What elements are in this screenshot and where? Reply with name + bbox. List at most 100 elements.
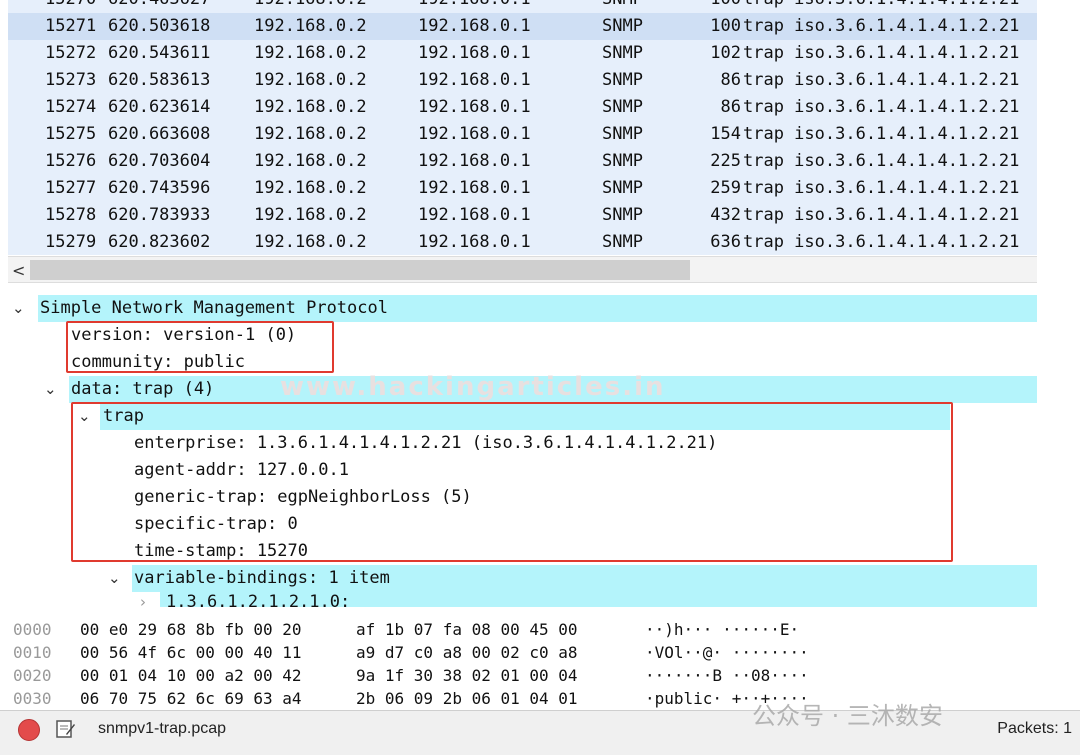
- packet-cell-info: trap iso.3.6.1.4.1.4.1.2.21: [743, 232, 1020, 252]
- scrollbar-thumb[interactable]: [30, 260, 690, 280]
- packet-row[interactable]: 15275 620.663608 192.168.0.2 192.168.0.1 SNM…: [8, 121, 1037, 148]
- scroll-left-arrow[interactable]: <: [12, 257, 25, 284]
- packet-cell-info: trap iso.3.6.1.4.1.4.1.2.21: [743, 97, 1020, 117]
- tree-node-varbind-item[interactable]: 1.3.6.1.2.1.2.1.0:: [160, 589, 1037, 607]
- packet-cell-destination: 192.168.0.1: [418, 205, 531, 225]
- hex-b2: 9a 1f 30 38 02 01 00 04: [356, 666, 578, 685]
- packet-cell-protocol: SNMP: [602, 151, 643, 171]
- chevron-down-icon[interactable]: ⌄: [12, 295, 25, 322]
- packet-cell-protocol: SNMP: [602, 70, 643, 90]
- packet-row[interactable]: 15279 620.823602 192.168.0.2 192.168.0.1 SNM…: [8, 229, 1037, 255]
- hex-b1: 06 70 75 62 6c 69 63 a4: [80, 689, 302, 708]
- chevron-down-icon[interactable]: ⌄: [108, 565, 121, 592]
- hex-b2: a9 d7 c0 a8 00 02 c0 a8: [356, 643, 578, 662]
- packet-cell-no: 15279: [45, 232, 97, 252]
- packet-cell-protocol: SNMP: [602, 124, 643, 144]
- packet-cell-info: trap iso.3.6.1.4.1.4.1.2.21: [743, 70, 1020, 90]
- packet-cell-time: 620.543611: [108, 43, 211, 63]
- packet-row[interactable]: 15277 620.743596 192.168.0.2 192.168.0.1 SNM…: [8, 175, 1037, 202]
- chevron-down-icon[interactable]: ⌄: [44, 376, 57, 403]
- packet-cell-protocol: SNMP: [602, 178, 643, 198]
- tree-node-variable-bindings[interactable]: variable-bindings: 1 item: [132, 565, 1037, 592]
- packet-cell-no: 15278: [45, 205, 97, 225]
- watermark-text: 公众号 · 三沐数安: [752, 702, 943, 730]
- packet-cell-destination: 192.168.0.1: [418, 124, 531, 144]
- packet-cell-protocol: SNMP: [602, 97, 643, 117]
- watermark-overlay-text: www.hackingarticles.in: [280, 372, 666, 402]
- packet-cell-length: 259: [710, 178, 741, 198]
- tree-node-snmp[interactable]: Simple Network Management Protocol: [38, 295, 1037, 322]
- packet-cell-source: 192.168.0.2: [254, 16, 367, 36]
- hex-ascii: ·VOl··@· ········: [645, 643, 809, 662]
- packet-cell-length: 100: [710, 0, 741, 13]
- hex-ascii: ·······B ··08····: [645, 666, 809, 685]
- packet-row[interactable]: 15273 620.583613 192.168.0.2 192.168.0.1 SNM…: [8, 67, 1037, 94]
- packet-cell-protocol: SNMP: [602, 16, 643, 36]
- hex-off: 0000: [13, 620, 52, 639]
- packet-cell-length: 225: [710, 151, 741, 171]
- hex-ascii: ··)h··· ······E·: [645, 620, 800, 639]
- packet-cell-source: 192.168.0.2: [254, 0, 367, 13]
- packet-cell-length: 154: [710, 124, 741, 144]
- edit-comment-icon[interactable]: [54, 718, 76, 740]
- packets-count: Packets: 1: [997, 720, 1072, 737]
- hex-off: 0010: [13, 643, 52, 662]
- packet-cell-source: 192.168.0.2: [254, 178, 367, 198]
- packet-cell-destination: 192.168.0.1: [418, 70, 531, 90]
- packet-cell-source: 192.168.0.2: [254, 232, 367, 252]
- packet-cell-destination: 192.168.0.1: [418, 97, 531, 117]
- packet-cell-time: 620.823602: [108, 232, 211, 252]
- packet-cell-protocol: SNMP: [602, 43, 643, 63]
- packet-cell-source: 192.168.0.2: [254, 97, 367, 117]
- packet-row[interactable]: 15274 620.623614 192.168.0.2 192.168.0.1 SNM…: [8, 94, 1037, 121]
- packet-cell-no: 15276: [45, 151, 97, 171]
- packet-cell-info: trap iso.3.6.1.4.1.4.1.2.21: [743, 0, 1019, 13]
- annotation-box-trap: [71, 402, 953, 562]
- packet-cell-length: 102: [710, 43, 741, 63]
- packet-list[interactable]: 15270 620.463627 192.168.0.2 192.168.0.1 SNM…: [8, 0, 1037, 255]
- packet-cell-length: 86: [720, 97, 741, 117]
- packet-cell-length: 636: [710, 232, 741, 252]
- packet-cell-protocol: SNMP: [602, 205, 643, 225]
- packet-cell-time: 620.623614: [108, 97, 211, 117]
- packet-cell-time: 620.503618: [108, 16, 211, 36]
- packet-cell-protocol: SNMP: [602, 0, 643, 13]
- packet-cell-source: 192.168.0.2: [254, 124, 367, 144]
- packet-cell-destination: 192.168.0.1: [418, 232, 531, 252]
- packet-cell-info: trap iso.3.6.1.4.1.4.1.2.21: [743, 151, 1020, 171]
- packet-cell-time: 620.783933: [108, 205, 211, 225]
- packet-cell-no: 15273: [45, 70, 97, 90]
- packet-cell-protocol: SNMP: [602, 232, 643, 252]
- packet-row[interactable]: 15271 620.503618 192.168.0.2 192.168.0.1 SNM…: [8, 13, 1037, 40]
- packet-cell-info: trap iso.3.6.1.4.1.4.1.2.21: [743, 16, 1020, 36]
- packet-cell-no: 15277: [45, 178, 97, 198]
- packet-cell-source: 192.168.0.2: [254, 205, 367, 225]
- packet-cell-no: 15275: [45, 124, 97, 144]
- packet-cell-info: trap iso.3.6.1.4.1.4.1.2.21: [743, 205, 1020, 225]
- hex-b2: 2b 06 09 2b 06 01 04 01: [356, 689, 578, 708]
- packet-cell-time: 620.743596: [108, 178, 211, 198]
- hex-b1: 00 01 04 10 00 a2 00 42: [80, 666, 302, 685]
- packet-cell-source: 192.168.0.2: [254, 151, 367, 171]
- record-icon[interactable]: [18, 719, 40, 741]
- packet-cell-time: 620.703604: [108, 151, 211, 171]
- hex-b1: 00 56 4f 6c 00 00 40 11: [80, 643, 302, 662]
- packet-cell-length: 100: [710, 16, 741, 36]
- packet-row[interactable]: 15272 620.543611 192.168.0.2 192.168.0.1 SNM…: [8, 40, 1037, 67]
- packet-row[interactable]: 15276 620.703604 192.168.0.2 192.168.0.1 SNM…: [8, 148, 1037, 175]
- packet-cell-time: 620.583613: [108, 70, 211, 90]
- packet-cell-time: 620.463627: [108, 0, 210, 13]
- packet-cell-no: 15271: [45, 16, 97, 36]
- hex-off: 0030: [13, 689, 52, 708]
- packet-cell-destination: 192.168.0.1: [418, 16, 531, 36]
- packet-cell-info: trap iso.3.6.1.4.1.4.1.2.21: [743, 178, 1020, 198]
- hex-b2: af 1b 07 fa 08 00 45 00: [356, 620, 578, 639]
- packet-list-scrollbar[interactable]: <: [8, 256, 1037, 283]
- packet-cell-length: 432: [710, 205, 741, 225]
- chevron-right-icon[interactable]: ›: [140, 589, 146, 607]
- hex-b1: 00 e0 29 68 8b fb 00 20: [80, 620, 302, 639]
- packet-row[interactable]: 15278 620.783933 192.168.0.2 192.168.0.1 SNM…: [8, 202, 1037, 229]
- packet-cell-source: 192.168.0.2: [254, 43, 367, 63]
- packet-cell-source: 192.168.0.2: [254, 70, 367, 90]
- packet-row[interactable]: 15270 620.463627 192.168.0.2 192.168.0.1 SNM…: [8, 0, 1037, 13]
